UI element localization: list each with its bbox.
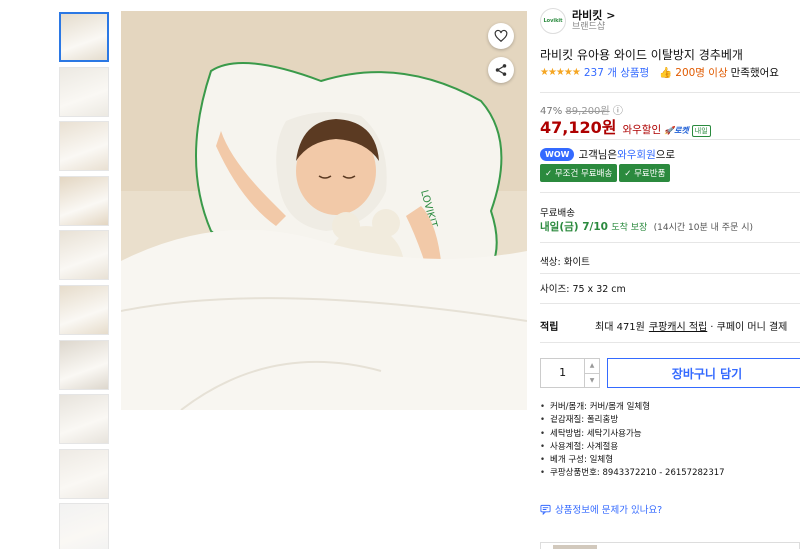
final-price-row: 47,120원 와우할인 🚀로켓 내일 bbox=[540, 114, 711, 138]
brand-logo: Lovikit bbox=[540, 8, 566, 34]
report-issue-link[interactable]: 상품정보에 문제가 있나요? bbox=[540, 502, 662, 516]
free-shipping-badge[interactable]: ✓ 무조건 무료배송 bbox=[540, 164, 618, 182]
brand-sub-label: 브랜드샵 bbox=[572, 21, 606, 32]
thumbnail-list bbox=[59, 12, 110, 549]
wow-member-row: WOW 고객님은 와우회원 으로 bbox=[540, 147, 675, 162]
heart-icon bbox=[494, 29, 508, 43]
quantity-down-icon[interactable]: ▼ bbox=[585, 374, 599, 388]
order-deadline-note: (14시간 10분 내 주문 시) bbox=[653, 223, 754, 233]
thumbnail-7[interactable] bbox=[59, 339, 109, 390]
divider bbox=[540, 139, 800, 140]
rocket-delivery-badge: 🚀로켓 bbox=[664, 126, 689, 135]
thumbnail-4[interactable] bbox=[59, 175, 109, 226]
wow-badge: WOW bbox=[540, 148, 575, 161]
reward-label: 적립 bbox=[540, 322, 559, 333]
thumbnail-image bbox=[60, 231, 108, 280]
share-icon bbox=[495, 64, 507, 76]
divider bbox=[540, 273, 800, 274]
wow-text-prefix: 고객님은 bbox=[578, 149, 618, 161]
thumbnail-image bbox=[60, 504, 108, 549]
quantity-input[interactable]: 1 bbox=[541, 359, 586, 387]
bottom-tab bbox=[540, 542, 800, 549]
thumbnail-image bbox=[60, 67, 108, 116]
reward-row: 적립 최대 471원 쿠팡캐시 적립 · 쿠페이 머니 결제 bbox=[540, 318, 787, 333]
reward-max: 최대 471원 bbox=[595, 322, 645, 333]
thumbnail-image bbox=[60, 285, 108, 334]
spec-item: 사용계절: 사계절용 bbox=[540, 441, 725, 454]
thumbnail-10[interactable] bbox=[59, 503, 109, 549]
thumbnail-1[interactable] bbox=[59, 12, 109, 62]
arrival-date: 내일(금) 7/10 bbox=[540, 221, 608, 233]
thumbnail-image bbox=[60, 340, 108, 389]
rating-row: ★★★★★ 237 개 상품평 👍 200명 이상 만족했어요 bbox=[540, 65, 779, 80]
divider bbox=[540, 192, 800, 193]
product-title: 라비킷 유아용 와이드 이탈방지 경추베개 bbox=[540, 48, 743, 62]
coupay-note: · 쿠페이 머니 결제 bbox=[710, 322, 788, 333]
spec-item: 베개 구성: 일체형 bbox=[540, 454, 725, 467]
thumbs-up-icon: 👍 bbox=[659, 67, 673, 79]
divider bbox=[540, 242, 800, 243]
free-return-badge[interactable]: ✓ 무료반품 bbox=[619, 164, 671, 182]
satisfied-text: 만족했어요 bbox=[730, 67, 779, 79]
brand-shop-link[interactable]: Lovikit 라비킷 > 브랜드샵 bbox=[540, 8, 615, 34]
wow-member-link[interactable]: 와우회원 bbox=[617, 147, 656, 162]
final-price: 47,120원 bbox=[540, 118, 617, 137]
share-button[interactable] bbox=[488, 57, 514, 83]
main-product-image[interactable]: LOVIKIT bbox=[121, 11, 527, 410]
thumbnail-5[interactable] bbox=[59, 230, 109, 281]
divider bbox=[540, 342, 800, 343]
spec-list: 커버/몸개: 커버/몸개 일체형 겉감재질: 폴리홈방 세탁방법: 세탁기사용가… bbox=[540, 401, 725, 481]
wow-sale-label: 와우할인 bbox=[622, 124, 662, 136]
rating-stars: ★★★★★ bbox=[540, 67, 581, 78]
thumbnail-2[interactable] bbox=[59, 66, 109, 117]
message-icon bbox=[540, 504, 551, 515]
wow-text-suffix: 으로 bbox=[655, 149, 676, 161]
product-photo: LOVIKIT bbox=[121, 11, 527, 410]
divider bbox=[540, 92, 800, 93]
coupang-cash-link[interactable]: 쿠팡캐시 적립 bbox=[649, 318, 707, 333]
benefit-badges: ✓ 무조건 무료배송 ✓ 무료반품 bbox=[540, 164, 672, 182]
thumbnail-image bbox=[60, 176, 108, 225]
thumbnail-9[interactable] bbox=[59, 448, 109, 499]
spec-item: 겉감재질: 폴리홈방 bbox=[540, 414, 725, 427]
chevron-right-icon: > bbox=[606, 8, 616, 22]
thumbnail-image bbox=[61, 14, 107, 60]
spec-item: 세탁방법: 세탁기사용가능 bbox=[540, 428, 725, 441]
size-option[interactable]: 사이즈: 75 x 32 cm bbox=[540, 281, 626, 295]
tab-thumbnail bbox=[553, 545, 597, 549]
brand-name[interactable]: 라비킷 > bbox=[572, 8, 616, 22]
shipping-row: 내일(금) 7/10 도착 보장 (14시간 10분 내 주문 시) bbox=[540, 219, 753, 234]
thumbnail-8[interactable] bbox=[59, 394, 109, 445]
add-to-cart-button[interactable]: 장바구니 담기 bbox=[607, 358, 800, 388]
report-issue-text: 상품정보에 문제가 있나요? bbox=[555, 505, 663, 516]
arrival-guarantee: 도착 보장 bbox=[611, 223, 648, 233]
rocket-day-badge: 내일 bbox=[691, 125, 711, 137]
thumbnail-3[interactable] bbox=[59, 121, 109, 172]
spec-item: 쿠팡상품번호: 8943372210 - 26157282317 bbox=[540, 467, 725, 480]
thumbnail-image bbox=[60, 122, 108, 171]
thumbnail-image bbox=[60, 395, 108, 444]
satisfied-count: 200명 이상 bbox=[675, 67, 728, 79]
divider bbox=[540, 303, 800, 304]
thumbnail-6[interactable] bbox=[59, 284, 109, 335]
review-count-link[interactable]: 237 개 상품평 bbox=[584, 65, 649, 80]
quantity-stepper: 1 ▲ ▼ bbox=[540, 358, 600, 388]
wishlist-button[interactable] bbox=[488, 23, 514, 49]
quantity-up-icon[interactable]: ▲ bbox=[585, 359, 599, 374]
thumbnail-image bbox=[60, 449, 108, 498]
color-option[interactable]: 색상: 화이트 bbox=[540, 254, 590, 268]
product-info-panel: Lovikit 라비킷 > 브랜드샵 라비킷 유아용 와이드 이탈방지 경추베개… bbox=[540, 0, 800, 549]
spec-item: 커버/몸개: 커버/몸개 일체형 bbox=[540, 401, 725, 414]
shipping-label: 무료배송 bbox=[540, 208, 575, 219]
